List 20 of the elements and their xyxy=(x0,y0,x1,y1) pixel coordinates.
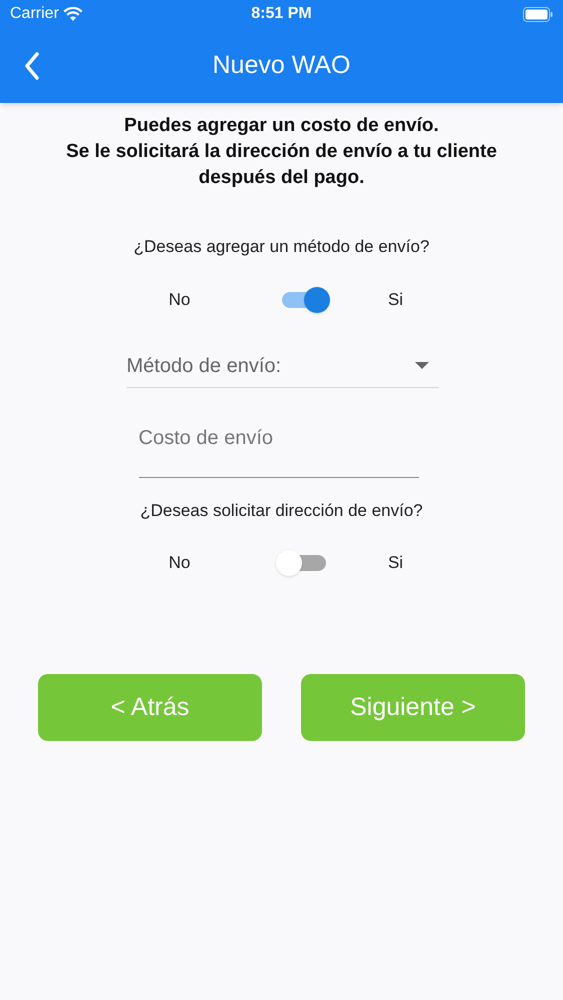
intro-text: Puedes agregar un costo de envío. xyxy=(123,114,440,138)
next-button[interactable]: Siguiente > xyxy=(301,674,525,741)
no-label: No xyxy=(168,288,192,311)
yes-label: Si xyxy=(386,288,404,311)
battery-icon xyxy=(523,6,553,22)
dropdown-arrow-icon xyxy=(414,362,428,369)
back-icon xyxy=(24,52,40,80)
dropdown-placeholder: Método de envío: xyxy=(126,354,282,378)
back-step-button[interactable]: < Atrás xyxy=(38,674,262,741)
intro-text: Se le solicitará la dirección de envío a tu cliente después del pago. xyxy=(65,140,498,190)
question-text: ¿Deseas agregar un método de envío? xyxy=(132,236,430,258)
wifi-icon xyxy=(62,6,83,22)
carrier-label: Carrier xyxy=(10,4,59,24)
question-text: ¿Deseas solicitar dirección de envío? xyxy=(139,500,424,522)
shipping-cost-field[interactable]: Costo de envío xyxy=(138,408,418,478)
yes-label: Si xyxy=(386,552,404,574)
no-label: No xyxy=(168,552,192,574)
shipping-method-dropdown[interactable]: Método de envío: xyxy=(126,344,438,388)
screen-title: Nuevo WAO xyxy=(212,50,350,81)
status-time: 8:51 PM xyxy=(251,4,312,24)
